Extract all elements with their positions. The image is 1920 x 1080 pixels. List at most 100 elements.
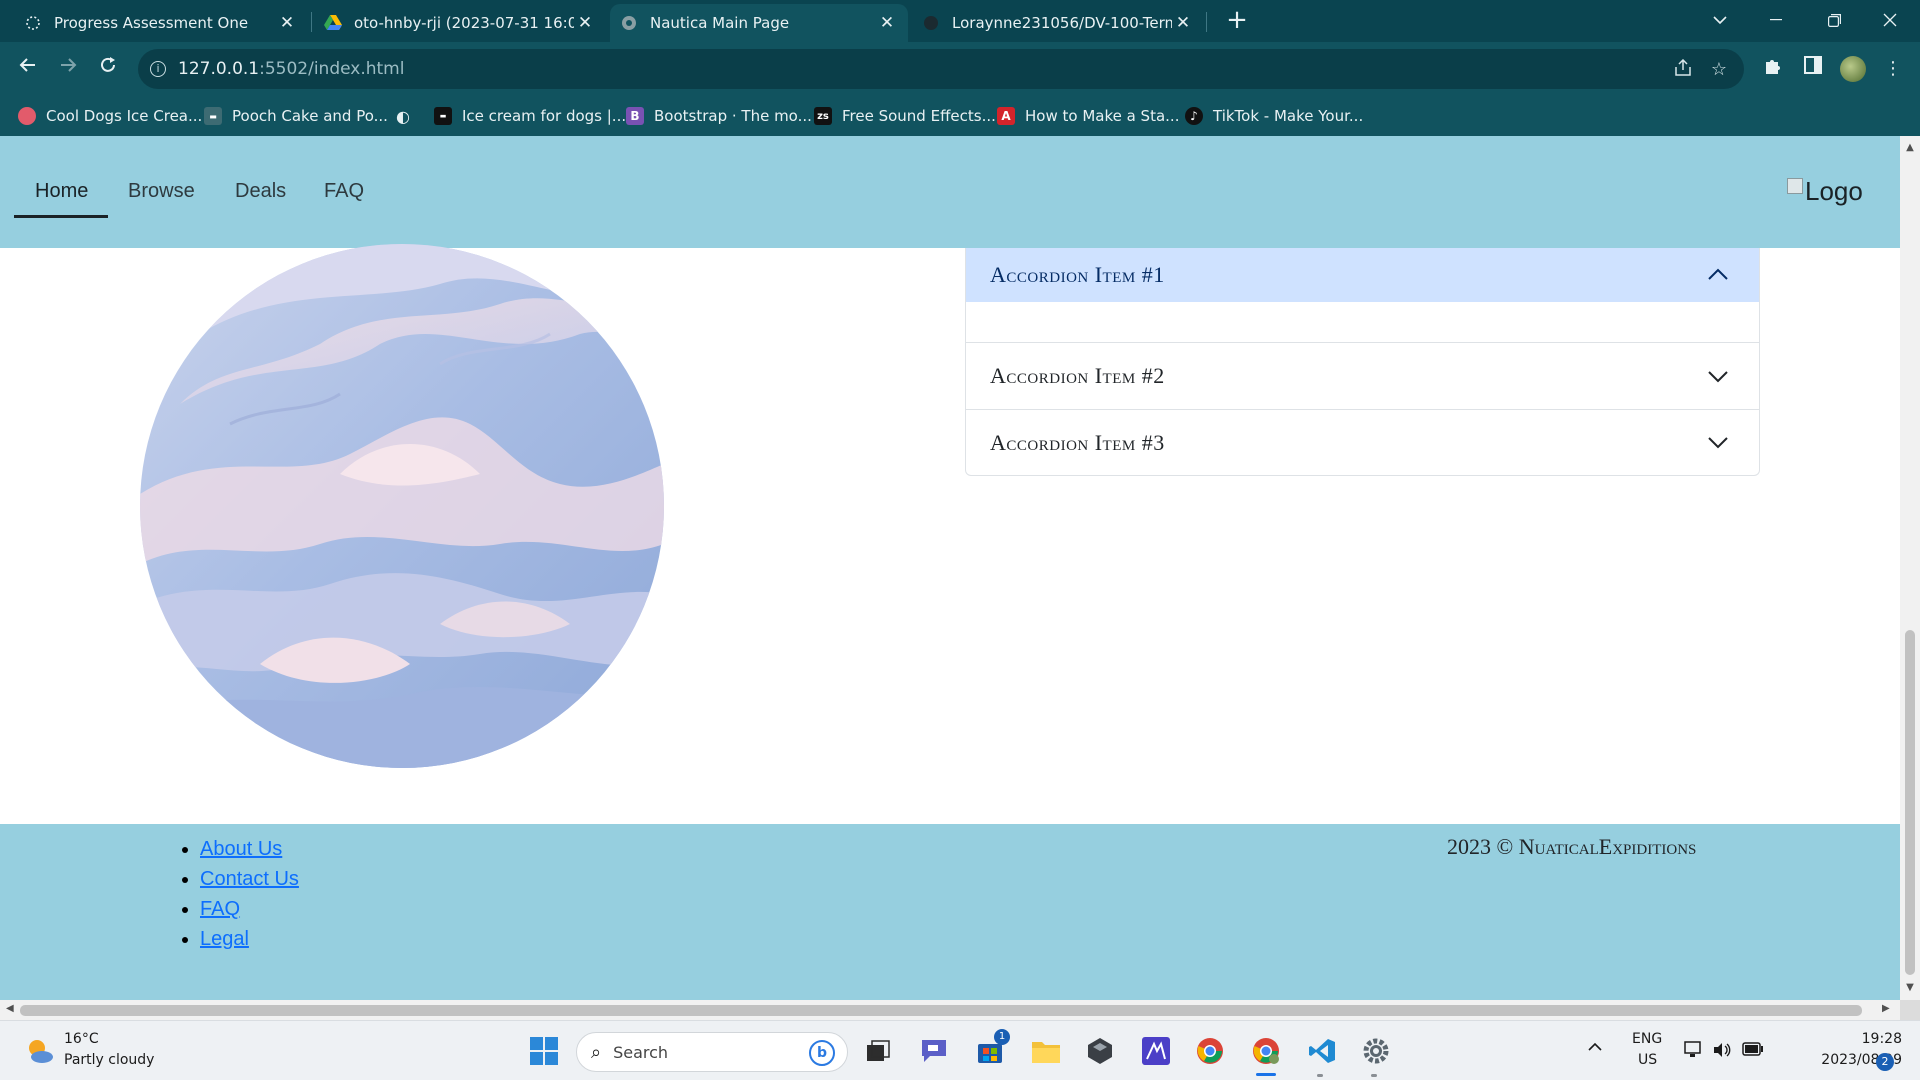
tab-progress-assessment[interactable]: Progress Assessment One ✕ — [14, 4, 308, 42]
vscode-icon[interactable] — [1306, 1035, 1338, 1067]
side-panel-icon[interactable] — [1800, 56, 1826, 82]
clock-time[interactable]: 19:28 — [1842, 1031, 1902, 1047]
bookmark-favicon-icon: zs — [814, 107, 832, 125]
microsoft-store-icon[interactable]: 1 — [974, 1029, 1010, 1067]
settings-gear-icon[interactable] — [1360, 1035, 1392, 1067]
battery-icon[interactable] — [1742, 1042, 1764, 1060]
tiktok-icon: ♪ — [1185, 107, 1203, 125]
bookmark-item[interactable]: ◐ — [394, 104, 422, 128]
horizontal-scroll-thumb[interactable] — [20, 1005, 1862, 1016]
scroll-up-arrow-icon[interactable]: ▲ — [1904, 142, 1916, 153]
footer-link-contact-us[interactable]: Contact Us — [200, 868, 299, 890]
bookmark-star-icon[interactable]: ☆ — [1708, 59, 1730, 81]
accordion-item-2-header[interactable]: Accordion Item #2 — [966, 343, 1759, 409]
bookmark-favicon-icon: ▬ — [204, 107, 222, 125]
tab-title: Nautica Main Page — [650, 14, 790, 32]
profile-avatar[interactable] — [1840, 56, 1866, 82]
share-icon[interactable] — [1672, 58, 1694, 81]
tab-drive-file[interactable]: oto-hnby-rji (2023-07-31 16:08 G ✕ — [314, 4, 606, 42]
windows-start-icon[interactable] — [528, 1035, 560, 1067]
taskbar-search-box[interactable]: ⌕ Search b — [576, 1032, 848, 1072]
bookmark-favicon-icon — [18, 107, 36, 125]
bookmark-item[interactable]: A How to Make a Sta... — [997, 104, 1179, 128]
file-explorer-icon[interactable] — [1030, 1035, 1062, 1067]
address-bar[interactable]: i 127.0.0.1:5502/index.html ☆ — [138, 49, 1744, 89]
active-nav-indicator — [14, 215, 108, 218]
bookmark-item[interactable]: zs Free Sound Effects... — [814, 104, 996, 128]
bookmark-item[interactable]: B Bootstrap · The mo... — [626, 104, 812, 128]
footer-link-about-us[interactable]: About Us — [200, 838, 282, 860]
vertical-scroll-thumb[interactable] — [1905, 630, 1915, 975]
nav-link-home[interactable]: Home — [35, 180, 88, 203]
site-info-icon[interactable]: i — [150, 61, 166, 77]
tab-nautica-main-page[interactable]: Nautica Main Page ✕ — [610, 4, 908, 42]
bookmark-item[interactable]: ▬ Pooch Cake and Po... — [204, 104, 388, 128]
design-app-icon[interactable] — [1140, 1035, 1172, 1067]
scroll-left-arrow-icon[interactable]: ◀ — [6, 1003, 14, 1014]
chevron-down-icon — [1708, 371, 1728, 383]
minimize-button[interactable] — [1748, 0, 1804, 40]
scroll-down-arrow-icon[interactable]: ▼ — [1904, 982, 1916, 993]
footer-link-faq[interactable]: FAQ — [200, 898, 240, 920]
tab-close-icon[interactable]: ✕ — [574, 13, 596, 33]
bookmark-favicon-icon: ▬ — [434, 107, 452, 125]
loading-spinner-icon — [24, 14, 42, 32]
reload-icon[interactable] — [94, 55, 122, 83]
tab-close-icon[interactable]: ✕ — [276, 13, 298, 33]
scrollbar-corner — [1900, 1000, 1920, 1020]
bookmark-item[interactable]: ▬ Ice cream for dogs |... — [434, 104, 626, 128]
notification-badge[interactable]: 2 — [1876, 1053, 1894, 1071]
footer-link-item: Legal — [200, 924, 299, 954]
store-badge: 1 — [994, 1029, 1010, 1045]
bookmark-item[interactable]: Cool Dogs Ice Crea... — [18, 104, 202, 128]
vertical-scrollbar[interactable]: ▲ ▼ — [1900, 136, 1920, 1000]
weather-description: Partly cloudy — [64, 1052, 155, 1068]
accordion-item-1-body — [966, 302, 1759, 342]
footer-link-item: About Us — [200, 834, 299, 864]
tab-close-icon[interactable]: ✕ — [1172, 13, 1194, 33]
tab-close-icon[interactable]: ✕ — [876, 13, 898, 33]
show-hidden-icons-chevron[interactable] — [1588, 1039, 1602, 1055]
nav-link-deals[interactable]: Deals — [235, 180, 286, 203]
bookmarks-bar: Cool Dogs Ice Crea... ▬ Pooch Cake and P… — [0, 96, 1920, 136]
teams-chat-icon[interactable] — [918, 1035, 950, 1067]
nav-link-browse[interactable]: Browse — [128, 180, 195, 203]
browser-menu-icon[interactable]: ⋮ — [1880, 56, 1906, 82]
copyright-text: 2023 © NuaticalExpiditions — [1447, 834, 1697, 859]
browser-tab-strip: Progress Assessment One ✕ oto-hnby-rji (… — [0, 0, 1920, 42]
site-footer: About Us Contact Us FAQ Legal 2023 © Nua… — [0, 824, 1900, 1000]
task-view-icon[interactable] — [862, 1035, 894, 1067]
restore-button[interactable] — [1806, 0, 1862, 40]
tab-title: Loraynne231056/DV-100-Term-3 — [952, 14, 1172, 32]
footer-link-item: Contact Us — [200, 864, 299, 894]
accordion-item-1-header[interactable]: Accordion Item #1 — [966, 248, 1759, 302]
tab-github-repo[interactable]: Loraynne231056/DV-100-Term-3 ✕ — [912, 4, 1204, 42]
weather-temperature: 16°C — [64, 1031, 99, 1047]
forward-arrow-icon[interactable] — [54, 55, 82, 83]
tab-search-chevron-icon[interactable] — [1692, 0, 1748, 40]
globe-icon — [620, 14, 638, 32]
horizontal-scrollbar[interactable]: ◀ ▶ — [0, 1000, 1900, 1020]
bing-icon[interactable]: b — [809, 1040, 835, 1066]
nav-link-faq[interactable]: FAQ — [324, 180, 364, 203]
partly-cloudy-icon[interactable] — [24, 1035, 56, 1067]
accordion-item-3-header[interactable]: Accordion Item #3 — [966, 410, 1759, 475]
site-logo[interactable]: Logo — [1787, 176, 1863, 207]
close-window-button[interactable] — [1862, 0, 1918, 40]
footer-link-legal[interactable]: Legal — [200, 928, 249, 950]
adobe-icon: A — [997, 107, 1015, 125]
chrome-profile-icon[interactable] — [1250, 1035, 1282, 1067]
input-language-line2[interactable]: US — [1638, 1052, 1657, 1068]
volume-icon[interactable] — [1712, 1041, 1732, 1063]
broken-image-icon — [1787, 177, 1803, 194]
unity-icon[interactable] — [1084, 1035, 1116, 1067]
chevron-up-icon — [1708, 268, 1728, 280]
network-icon[interactable] — [1684, 1041, 1704, 1063]
scroll-right-arrow-icon[interactable]: ▶ — [1882, 1003, 1890, 1014]
new-tab-button[interactable]: + — [1222, 6, 1252, 36]
back-arrow-icon[interactable] — [14, 55, 42, 83]
chrome-icon[interactable] — [1194, 1035, 1226, 1067]
input-language-line1[interactable]: ENG — [1632, 1031, 1662, 1047]
extensions-puzzle-icon[interactable] — [1760, 56, 1786, 82]
bookmark-item[interactable]: ♪ TikTok - Make Your... — [1185, 104, 1363, 128]
